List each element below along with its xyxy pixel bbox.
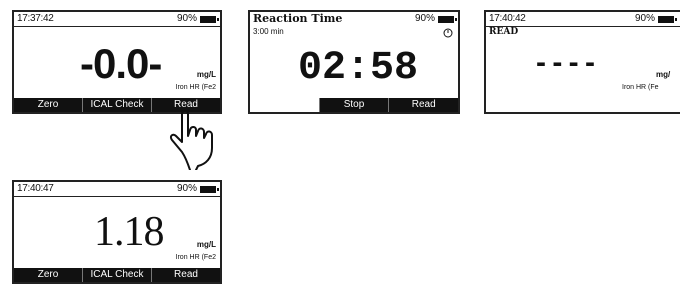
method-label: Iron HR (Fe [622,84,659,91]
unit-label: mg/L [196,70,216,79]
read-softkey[interactable]: Read [151,268,220,282]
meter-screen-1: 17:37:42 90% -0.0- mg/L Iron HR (Fe2 Zer… [12,10,222,114]
method-label: Iron HR (Fe2 [175,84,216,91]
reading-placeholder: - - - - [536,46,595,79]
timer-icon [443,28,453,38]
meter-screen-3: 17:40:42 90% READ - - - - mg/ Iron HR (F… [484,10,680,114]
countdown-value: 02:58 [298,46,419,91]
clock: 17:37:42 [17,13,54,24]
reading-value: -0.0- [80,40,162,87]
battery-icon [200,15,219,23]
battery-indicator: 90% [176,12,219,26]
battery-percent: 90% [176,13,197,24]
meter-screen-4: 17:40:47 90% 1.18 mg/L Iron HR (Fe2 Zero… [12,180,222,284]
divider [14,26,220,27]
battery-indicator: 90% [176,182,219,196]
softkey-bar: Zero ICAL Check Read [14,268,220,282]
meter-screen-2: Reaction Time 90% 3:00 min 02:58 Stop Re… [248,10,460,114]
status-bar: 17:40:47 90% [14,182,220,196]
divider [14,196,220,197]
zero-softkey[interactable]: Zero [14,98,82,112]
softkey-bar: Stop Read [250,98,458,112]
ical-check-softkey[interactable]: ICAL Check [82,98,151,112]
clock: 17:40:47 [17,183,54,194]
empty-softkey [250,98,319,112]
ical-check-softkey[interactable]: ICAL Check [82,268,151,282]
stop-softkey[interactable]: Stop [318,98,389,112]
battery-indicator: 90% [634,12,677,26]
clock: 17:40:42 [489,13,526,24]
battery-percent: 90% [634,13,655,24]
method-label: Iron HR (Fe2 [175,254,216,261]
reading-value: 1.18 [94,209,164,255]
unit-label: mg/L [196,240,216,249]
battery-percent: 90% [176,183,197,194]
status-bar: 17:37:42 90% [14,12,220,26]
status-bar: 17:40:42 90% [486,12,678,26]
zero-softkey[interactable]: Zero [14,268,82,282]
read-softkey[interactable]: Read [388,98,458,112]
battery-percent: 90% [414,13,435,24]
battery-indicator: 90% [414,12,457,26]
mode-header: READ [489,27,519,37]
pointing-hand-icon [169,110,213,170]
screen-title: Reaction Time [253,12,343,25]
timer-duration: 3:00 min [253,27,284,36]
unit-label: mg/ [656,70,671,79]
status-bar: Reaction Time 90% [250,12,458,26]
battery-icon [658,15,677,23]
battery-icon [438,15,457,23]
battery-icon [200,185,219,193]
